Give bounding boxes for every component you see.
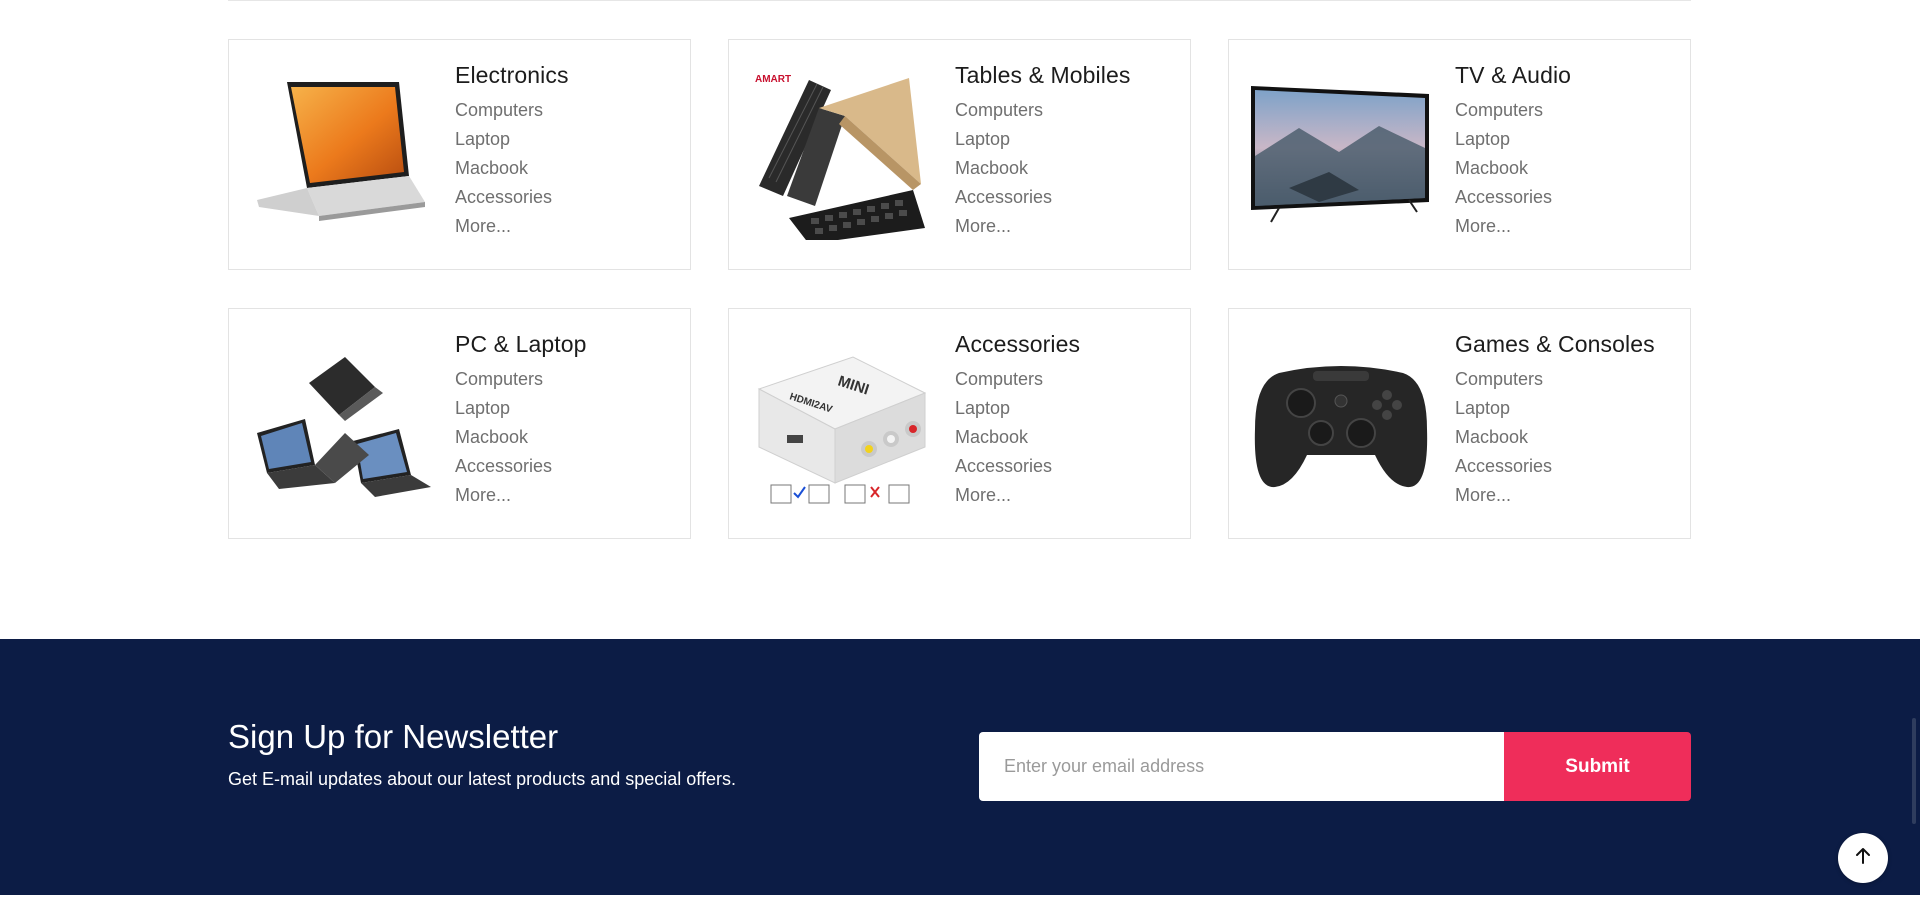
category-links: Computers Laptop Macbook Accessories Mor…: [955, 365, 1080, 510]
laptops-image[interactable]: [249, 337, 433, 509]
category-link-computers[interactable]: Computers: [955, 96, 1130, 125]
category-card-accessories: MINI HDMI2AV Accessories Computers Lapto…: [728, 308, 1191, 539]
category-links: Computers Laptop Macbook Accessories Mor…: [455, 96, 569, 241]
category-title[interactable]: Tables & Mobiles: [955, 62, 1130, 89]
category-links: Computers Laptop Macbook Accessories Mor…: [1455, 365, 1655, 510]
category-link-computers[interactable]: Computers: [1455, 365, 1655, 394]
newsletter-form: Submit: [979, 732, 1691, 801]
category-link-macbook[interactable]: Macbook: [1455, 154, 1571, 183]
category-link-more[interactable]: More...: [955, 481, 1080, 510]
category-link-more[interactable]: More...: [455, 481, 587, 510]
category-link-accessories[interactable]: Accessories: [955, 452, 1080, 481]
newsletter-subtitle: Get E-mail updates about our latest prod…: [228, 769, 736, 789]
category-link-computers[interactable]: Computers: [455, 365, 587, 394]
category-link-accessories[interactable]: Accessories: [1455, 183, 1571, 212]
category-link-laptop[interactable]: Laptop: [955, 125, 1130, 154]
scroll-to-top-button[interactable]: [1838, 833, 1888, 883]
category-link-accessories[interactable]: Accessories: [455, 452, 587, 481]
category-card-games-consoles: Games & Consoles Computers Laptop Macboo…: [1228, 308, 1691, 539]
category-link-macbook[interactable]: Macbook: [455, 154, 569, 183]
category-title[interactable]: Electronics: [455, 62, 569, 89]
tablet-keyboard-image[interactable]: AMART: [749, 68, 933, 240]
category-card-tables-mobiles: AMART Tables & Mobiles Computers Laptop …: [728, 39, 1191, 270]
category-link-computers[interactable]: Computers: [955, 365, 1080, 394]
category-link-laptop[interactable]: Laptop: [1455, 394, 1655, 423]
scrollbar-thumb[interactable]: [1912, 718, 1916, 824]
category-link-more[interactable]: More...: [1455, 212, 1571, 241]
category-link-macbook[interactable]: Macbook: [955, 423, 1080, 452]
category-links: Computers Laptop Macbook Accessories Mor…: [455, 365, 587, 510]
category-links: Computers Laptop Macbook Accessories Mor…: [955, 96, 1130, 241]
category-link-more[interactable]: More...: [955, 212, 1130, 241]
category-link-laptop[interactable]: Laptop: [1455, 125, 1571, 154]
category-card-electronics: Electronics Computers Laptop Macbook Acc…: [228, 39, 691, 270]
arrow-up-icon: [1853, 846, 1873, 871]
category-link-more[interactable]: More...: [1455, 481, 1655, 510]
category-link-accessories[interactable]: Accessories: [1455, 452, 1655, 481]
category-link-macbook[interactable]: Macbook: [455, 423, 587, 452]
category-title[interactable]: TV & Audio: [1455, 62, 1571, 89]
category-link-laptop[interactable]: Laptop: [955, 394, 1080, 423]
category-title[interactable]: Games & Consoles: [1455, 331, 1655, 358]
category-link-computers[interactable]: Computers: [1455, 96, 1571, 125]
category-card-pc-laptop: PC & Laptop Computers Laptop Macbook Acc…: [228, 308, 691, 539]
category-grid: Electronics Computers Laptop Macbook Acc…: [228, 39, 1691, 539]
submit-button[interactable]: Submit: [1504, 732, 1691, 801]
section-divider: [228, 0, 1691, 1]
category-card-tv-audio: TV & Audio Computers Laptop Macbook Acce…: [1228, 39, 1691, 270]
category-link-laptop[interactable]: Laptop: [455, 394, 587, 423]
category-link-macbook[interactable]: Macbook: [955, 154, 1130, 183]
category-link-computers[interactable]: Computers: [455, 96, 569, 125]
hdmi-adapter-image[interactable]: MINI HDMI2AV: [749, 337, 933, 509]
laptop-image[interactable]: [249, 68, 433, 240]
email-input[interactable]: [979, 732, 1504, 801]
brand-mark: AMART: [755, 74, 791, 85]
category-link-more[interactable]: More...: [455, 212, 569, 241]
category-link-accessories[interactable]: Accessories: [955, 183, 1130, 212]
newsletter-title: Sign Up for Newsletter: [228, 718, 559, 755]
gamepad-image[interactable]: [1249, 337, 1433, 509]
category-link-laptop[interactable]: Laptop: [455, 125, 569, 154]
category-title[interactable]: Accessories: [955, 331, 1080, 358]
category-link-macbook[interactable]: Macbook: [1455, 423, 1655, 452]
footer-edge: [0, 895, 1920, 913]
tv-image[interactable]: [1249, 68, 1433, 240]
newsletter-section: Sign Up for Newsletter Get E-mail update…: [0, 639, 1920, 895]
category-link-accessories[interactable]: Accessories: [455, 183, 569, 212]
category-title[interactable]: PC & Laptop: [455, 331, 587, 358]
category-links: Computers Laptop Macbook Accessories Mor…: [1455, 96, 1571, 241]
